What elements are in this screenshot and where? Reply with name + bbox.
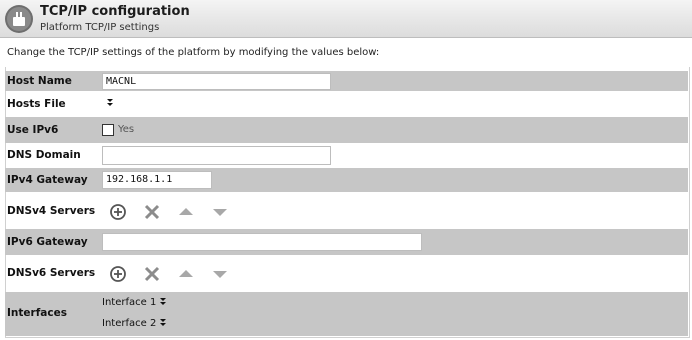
dnsv4-move-down-icon[interactable]: [211, 203, 229, 221]
use-ipv6-row: Use IPv6 Yes: [5, 117, 688, 143]
ipv6-gateway-label: IPv6 Gateway: [7, 236, 88, 248]
dnsv6-move-up-icon[interactable]: [177, 265, 195, 283]
interface-1-expand-icon[interactable]: [159, 297, 167, 306]
dnsv4-servers-label: DNSv4 Servers: [7, 205, 96, 217]
use-ipv6-checkbox[interactable]: [102, 124, 114, 136]
ipv4-gateway-input[interactable]: 192.168.1.1: [102, 171, 212, 189]
dnsv4-servers-row: DNSv4 Servers: [5, 200, 688, 226]
ipv4-gateway-row: IPv4 Gateway 192.168.1.1: [5, 168, 688, 192]
dns-domain-label: DNS Domain: [7, 149, 81, 161]
ipv6-gateway-row: IPv6 Gateway: [5, 229, 688, 255]
dnsv4-remove-icon[interactable]: [143, 203, 161, 221]
page-title: TCP/IP configuration: [40, 4, 190, 19]
dnsv6-remove-icon[interactable]: [143, 265, 161, 283]
interfaces-label: Interfaces: [7, 307, 67, 319]
use-ipv6-label: Use IPv6: [7, 124, 59, 136]
ipv6-gateway-input[interactable]: [102, 233, 422, 251]
intro-text: Change the TCP/IP settings of the platfo…: [7, 47, 380, 58]
host-name-row: Host Name MACNL: [5, 71, 688, 91]
dnsv6-add-icon[interactable]: [109, 265, 127, 283]
dnsv4-add-icon[interactable]: [109, 203, 127, 221]
dnsv6-servers-label: DNSv6 Servers: [7, 267, 96, 279]
page-subtitle: Platform TCP/IP settings: [40, 22, 160, 33]
host-name-input[interactable]: MACNL: [102, 73, 331, 90]
dns-domain-row: DNS Domain: [5, 143, 688, 168]
dns-domain-input[interactable]: [102, 146, 331, 165]
dnsv6-move-down-icon[interactable]: [211, 265, 229, 283]
platform-icon: [5, 5, 33, 33]
interface-2-expand-icon[interactable]: [159, 318, 167, 327]
dnsv4-move-up-icon[interactable]: [177, 203, 195, 221]
ipv4-gateway-label: IPv4 Gateway: [7, 174, 88, 186]
interface-1-label[interactable]: Interface 1: [102, 297, 156, 308]
hosts-file-label: Hosts File: [7, 98, 66, 110]
dnsv6-servers-row: DNSv6 Servers: [5, 261, 688, 287]
interface-2-label[interactable]: Interface 2: [102, 318, 156, 329]
host-name-label: Host Name: [7, 75, 72, 87]
interfaces-row: Interfaces Interface 1 Interface 2: [5, 292, 688, 336]
hosts-file-expand-icon[interactable]: [106, 98, 114, 107]
page-header: TCP/IP configuration Platform TCP/IP set…: [0, 0, 692, 38]
use-ipv6-checkbox-label: Yes: [118, 124, 135, 135]
hosts-file-row: Hosts File: [5, 93, 688, 114]
